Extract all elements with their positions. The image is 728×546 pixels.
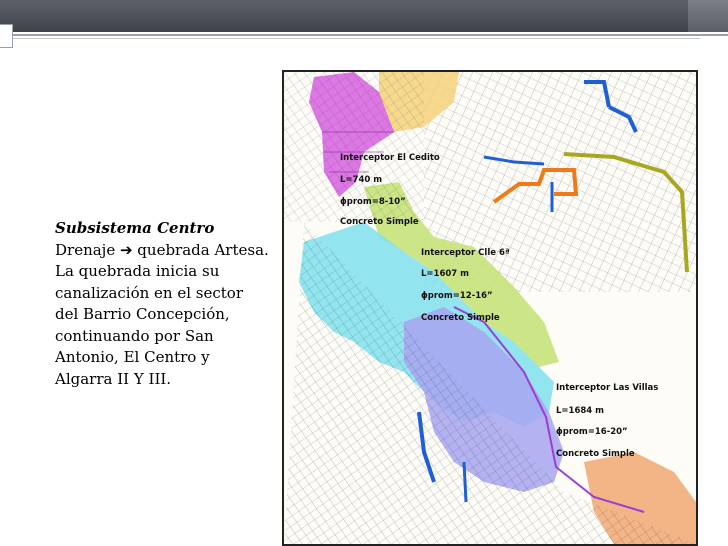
- channel-south-2: [462, 461, 468, 503]
- drainage-line: Drenaje ➔ quebrada Artesa.: [55, 240, 269, 259]
- interceptor-clle6-material: Concreto Simple: [421, 313, 500, 323]
- interceptor-las-villas-diameter: ϕprom=16-20”: [556, 427, 628, 437]
- slide-text-block: Subsistema Centro Drenaje ➔ quebrada Art…: [55, 218, 270, 390]
- map-canvas: Interceptor El Cedito L=740 m ϕprom=8-10…: [284, 72, 696, 544]
- interceptor-clle6-length: L=1607 m: [421, 269, 469, 279]
- interceptor-clle6-name: Interceptor Clle 6ª: [421, 248, 510, 258]
- header-subdivider: [0, 38, 700, 39]
- slide-header-accent: [688, 0, 728, 32]
- interceptor-las-villas-name: Interceptor Las Villas: [556, 383, 658, 393]
- interceptor-las-villas-length: L=1684 m: [556, 406, 604, 416]
- header-divider: [0, 34, 728, 36]
- interceptor-el-cedito-length: L=740 m: [340, 175, 382, 185]
- annotation-las-villas: Interceptor Las Villas L=1684 m ϕprom=16…: [556, 383, 658, 459]
- slide-header-bar: [0, 0, 728, 32]
- drainage-map: Interceptor El Cedito L=740 m ϕprom=8-10…: [282, 70, 698, 546]
- interceptor-el-cedito-name: Interceptor El Cedito: [340, 153, 440, 163]
- interceptor-clle6-diameter: ϕprom=12-16”: [421, 291, 493, 301]
- description-line: La quebrada inicia su canalización en el…: [55, 262, 243, 388]
- interceptor-el-cedito-material: Concreto Simple: [340, 217, 419, 227]
- slide-title: Subsistema Centro: [55, 219, 215, 237]
- interceptor-el-cedito-diameter: ϕprom=8-10”: [340, 197, 406, 207]
- slide-side-marker: [0, 24, 13, 48]
- interceptor-las-villas-material: Concreto Simple: [556, 449, 635, 459]
